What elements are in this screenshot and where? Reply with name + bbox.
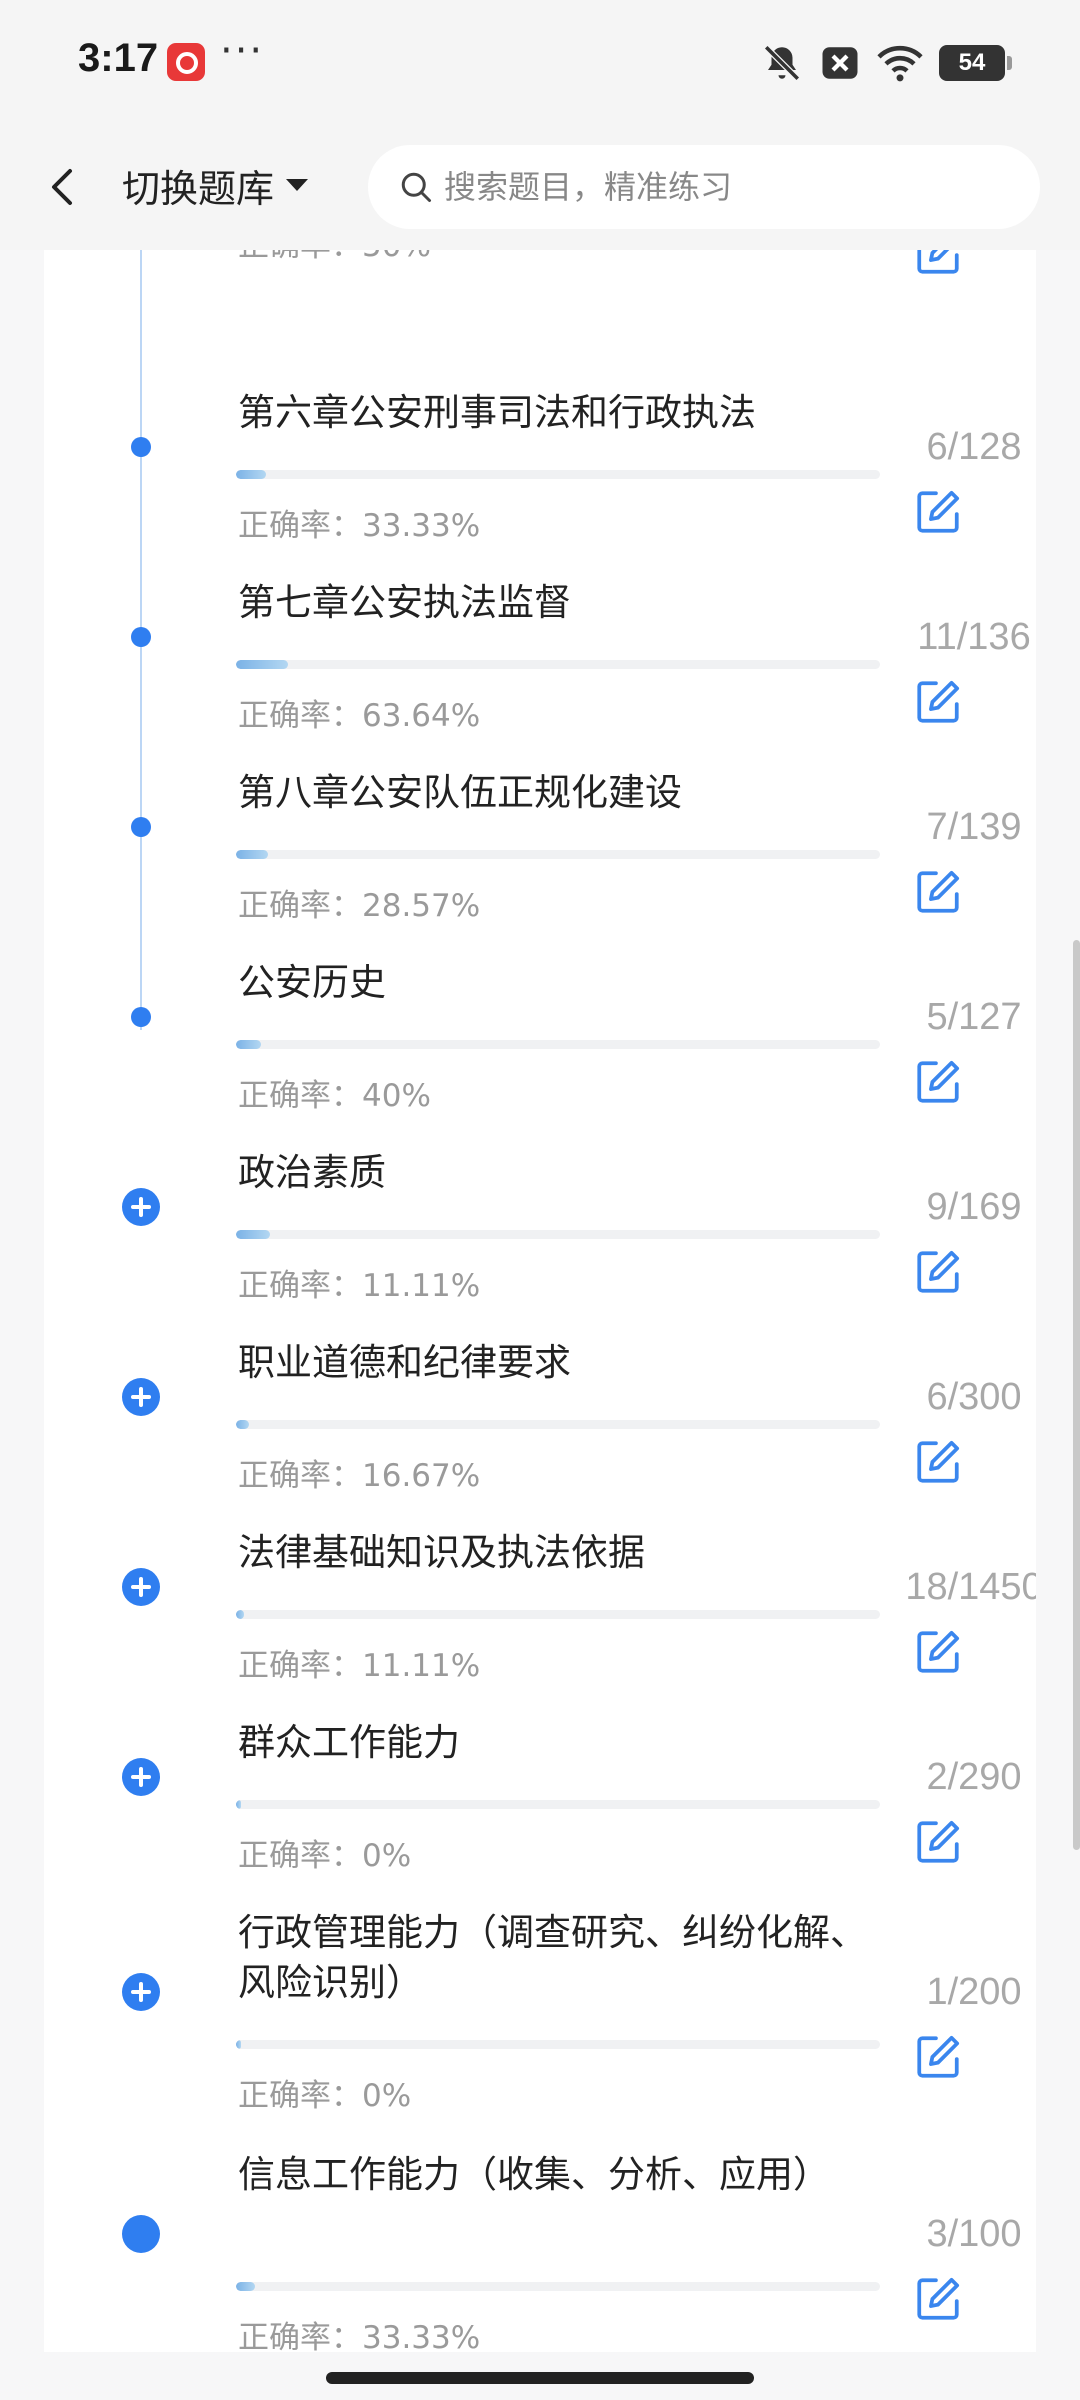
accuracy-text: 正确率：11.11% [238,1268,481,1304]
expand-plus-icon[interactable] [122,1973,160,2011]
practice-edit-icon[interactable] [913,2032,963,2082]
chapter-title[interactable]: 政治素质 [238,1148,878,1198]
timeline-dot [131,627,151,647]
chapter-title[interactable]: 公安历史 [238,958,878,1008]
practice-edit-icon[interactable] [913,1437,963,1487]
status-time: 3:17 [78,36,159,80]
search-input[interactable] [444,168,1004,206]
expand-plus-icon[interactable] [122,1188,160,1226]
question-count: 11/136 [917,616,1031,658]
question-count: 6/128 [926,426,1022,468]
bell-muted-icon [764,45,800,81]
progress-fill [236,2282,256,2291]
practice-edit-icon[interactable] [913,1817,963,1867]
progress-fill [236,1420,249,1429]
progress-bar [236,2040,880,2049]
progress-fill [236,850,269,859]
chapter-title[interactable]: 行政管理能力（调查研究、纠纷化解、风险识别） [238,1908,878,2008]
chapter-title[interactable]: 职业道德和纪律要求 [238,1338,878,1388]
caret-down-icon [286,179,309,191]
accuracy-text: 正确率：33.33% [238,2320,481,2352]
question-count: 2/290 [926,1756,1022,1798]
accuracy-text: 正确率：11.11% [238,1648,481,1684]
status-bar: 3:17 ··· 54 [0,0,1080,125]
progress-bar [236,1230,880,1239]
battery-icon: 54 [939,45,1012,81]
wifi-icon [877,45,923,82]
question-count: 6/300 [926,1376,1022,1418]
expand-plus-icon[interactable] [122,1568,160,1606]
practice-edit-icon[interactable] [913,1057,963,1107]
expand-plus-icon[interactable] [122,1378,160,1416]
progress-bar [236,1800,880,1809]
accuracy-text: 正确率：28.57% [238,888,481,924]
more-notifications-icon: ··· [220,28,265,74]
accuracy-text: 正确率：40% [238,1078,431,1114]
question-count: 18/1450 [905,1566,1036,1608]
progress-bar [236,2282,880,2291]
accuracy-text: 正确率：0% [238,1838,412,1874]
practice-edit-icon[interactable] [913,867,963,917]
progress-bar [236,1040,880,1049]
timeline-dot [131,1007,151,1027]
practice-edit-icon[interactable] [913,677,963,727]
scrollbar[interactable] [1073,940,1080,1850]
chapter-title[interactable]: 法律基础知识及执法依据 [238,1528,878,1578]
practice-edit-icon[interactable] [913,1627,963,1677]
progress-bar [236,850,880,859]
timeline-dot [122,2215,160,2253]
header: 切换题库 [0,125,1080,250]
chapter-list: 正确率：50% 第六章公安刑事司法和行政执法正确率：33.33% 6/128 第七章公… [44,250,1036,2352]
progress-fill [236,2040,242,2049]
question-count: 1/200 [926,1971,1022,2013]
practice-edit-icon[interactable] [913,487,963,537]
accuracy-text: 正确率：63.64% [238,698,481,734]
timeline-dot [131,817,151,837]
chapter-title[interactable]: 第七章公安执法监督 [238,578,878,628]
practice-edit-icon[interactable] [913,250,963,278]
home-indicator[interactable] [326,2372,754,2384]
switch-question-bank-label: 切换题库 [122,166,275,211]
progress-bar [236,660,880,669]
back-arrow-icon[interactable] [40,163,88,211]
accuracy-text: 正确率：0% [238,2078,412,2114]
chapter-title[interactable]: 群众工作能力 [238,1718,878,1768]
progress-fill [236,1800,242,1809]
timeline-dot [131,437,151,457]
netease-music-icon [167,43,205,81]
accuracy-text: 正确率：33.33% [238,508,481,544]
search-bar[interactable] [368,145,1040,229]
chapter-title[interactable]: 信息工作能力（收集、分析、应用） [238,2150,878,2200]
search-icon [401,172,431,202]
question-count: 9/169 [926,1186,1022,1228]
accuracy-text: 正确率：16.67% [238,1458,481,1494]
chapter-title[interactable]: 第六章公安刑事司法和行政执法 [238,388,878,438]
progress-fill [236,470,267,479]
question-count: 3/100 [926,2213,1022,2255]
practice-edit-icon[interactable] [913,1247,963,1297]
switch-question-bank-button[interactable]: 切换题库 [122,155,310,215]
progress-bar [236,1420,880,1429]
question-count: 5/127 [926,996,1022,1038]
progress-fill [236,1040,262,1049]
progress-bar [236,1610,880,1619]
no-sim-icon [822,47,858,79]
progress-fill [236,660,289,669]
expand-plus-icon[interactable] [122,1758,160,1796]
progress-fill [236,1610,244,1619]
accuracy-text: 正确率：50% [238,250,431,265]
question-count: 7/139 [926,806,1022,848]
progress-bar [236,470,880,479]
progress-fill [236,1230,271,1239]
chapter-title[interactable]: 第八章公安队伍正规化建设 [238,768,878,818]
system-icons: 54 [761,40,1012,86]
practice-edit-icon[interactable] [913,2274,963,2324]
